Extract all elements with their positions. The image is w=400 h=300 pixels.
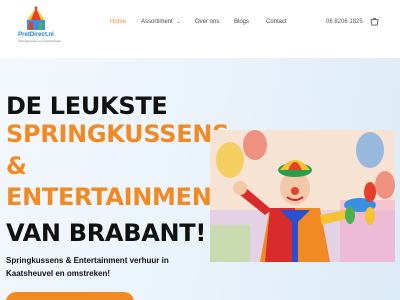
- chevron-down-icon: ⌄: [176, 19, 181, 25]
- hero-subtext: Springkussens & Entertainment verhuur in…: [6, 256, 169, 278]
- nav-item-contact[interactable]: Contact: [266, 19, 287, 25]
- hero-image: [210, 130, 395, 262]
- brand-tagline: Springkussens en entertainment: [18, 39, 62, 43]
- brand-name: PretDirect.nl: [18, 32, 54, 38]
- hero-heading-line-4: ENTERTAINMENT: [6, 183, 228, 211]
- hero-heading-line-2: SPRINGKUSSENS: [6, 120, 230, 148]
- nav-item-label: Assortiment: [141, 19, 173, 25]
- phone-number[interactable]: 06 8206 1825: [326, 19, 363, 25]
- brand-logo[interactable]: PretDirect.nl Springkussens en entertain…: [18, 6, 62, 46]
- clown-photo-icon: [210, 130, 395, 262]
- nav-item-assortiment[interactable]: Assortiment ⌄: [141, 19, 181, 25]
- site-header: PretDirect.nl Springkussens en entertain…: [0, 0, 400, 58]
- bouncy-castle-logo-icon: [27, 6, 45, 30]
- nav-item-home[interactable]: Home: [110, 19, 126, 25]
- hero-heading-line-1: DE LEUKSTE: [6, 92, 168, 120]
- hero-cta-button[interactable]: [6, 292, 134, 300]
- hero-heading-line-5: VAN BRABANT!: [6, 219, 206, 247]
- hero-heading-line-3: &: [6, 152, 27, 180]
- nav-item-over-ons[interactable]: Over ons: [195, 19, 219, 25]
- basket-icon[interactable]: [370, 17, 379, 26]
- nav-item-blogs[interactable]: Blogs: [234, 19, 249, 25]
